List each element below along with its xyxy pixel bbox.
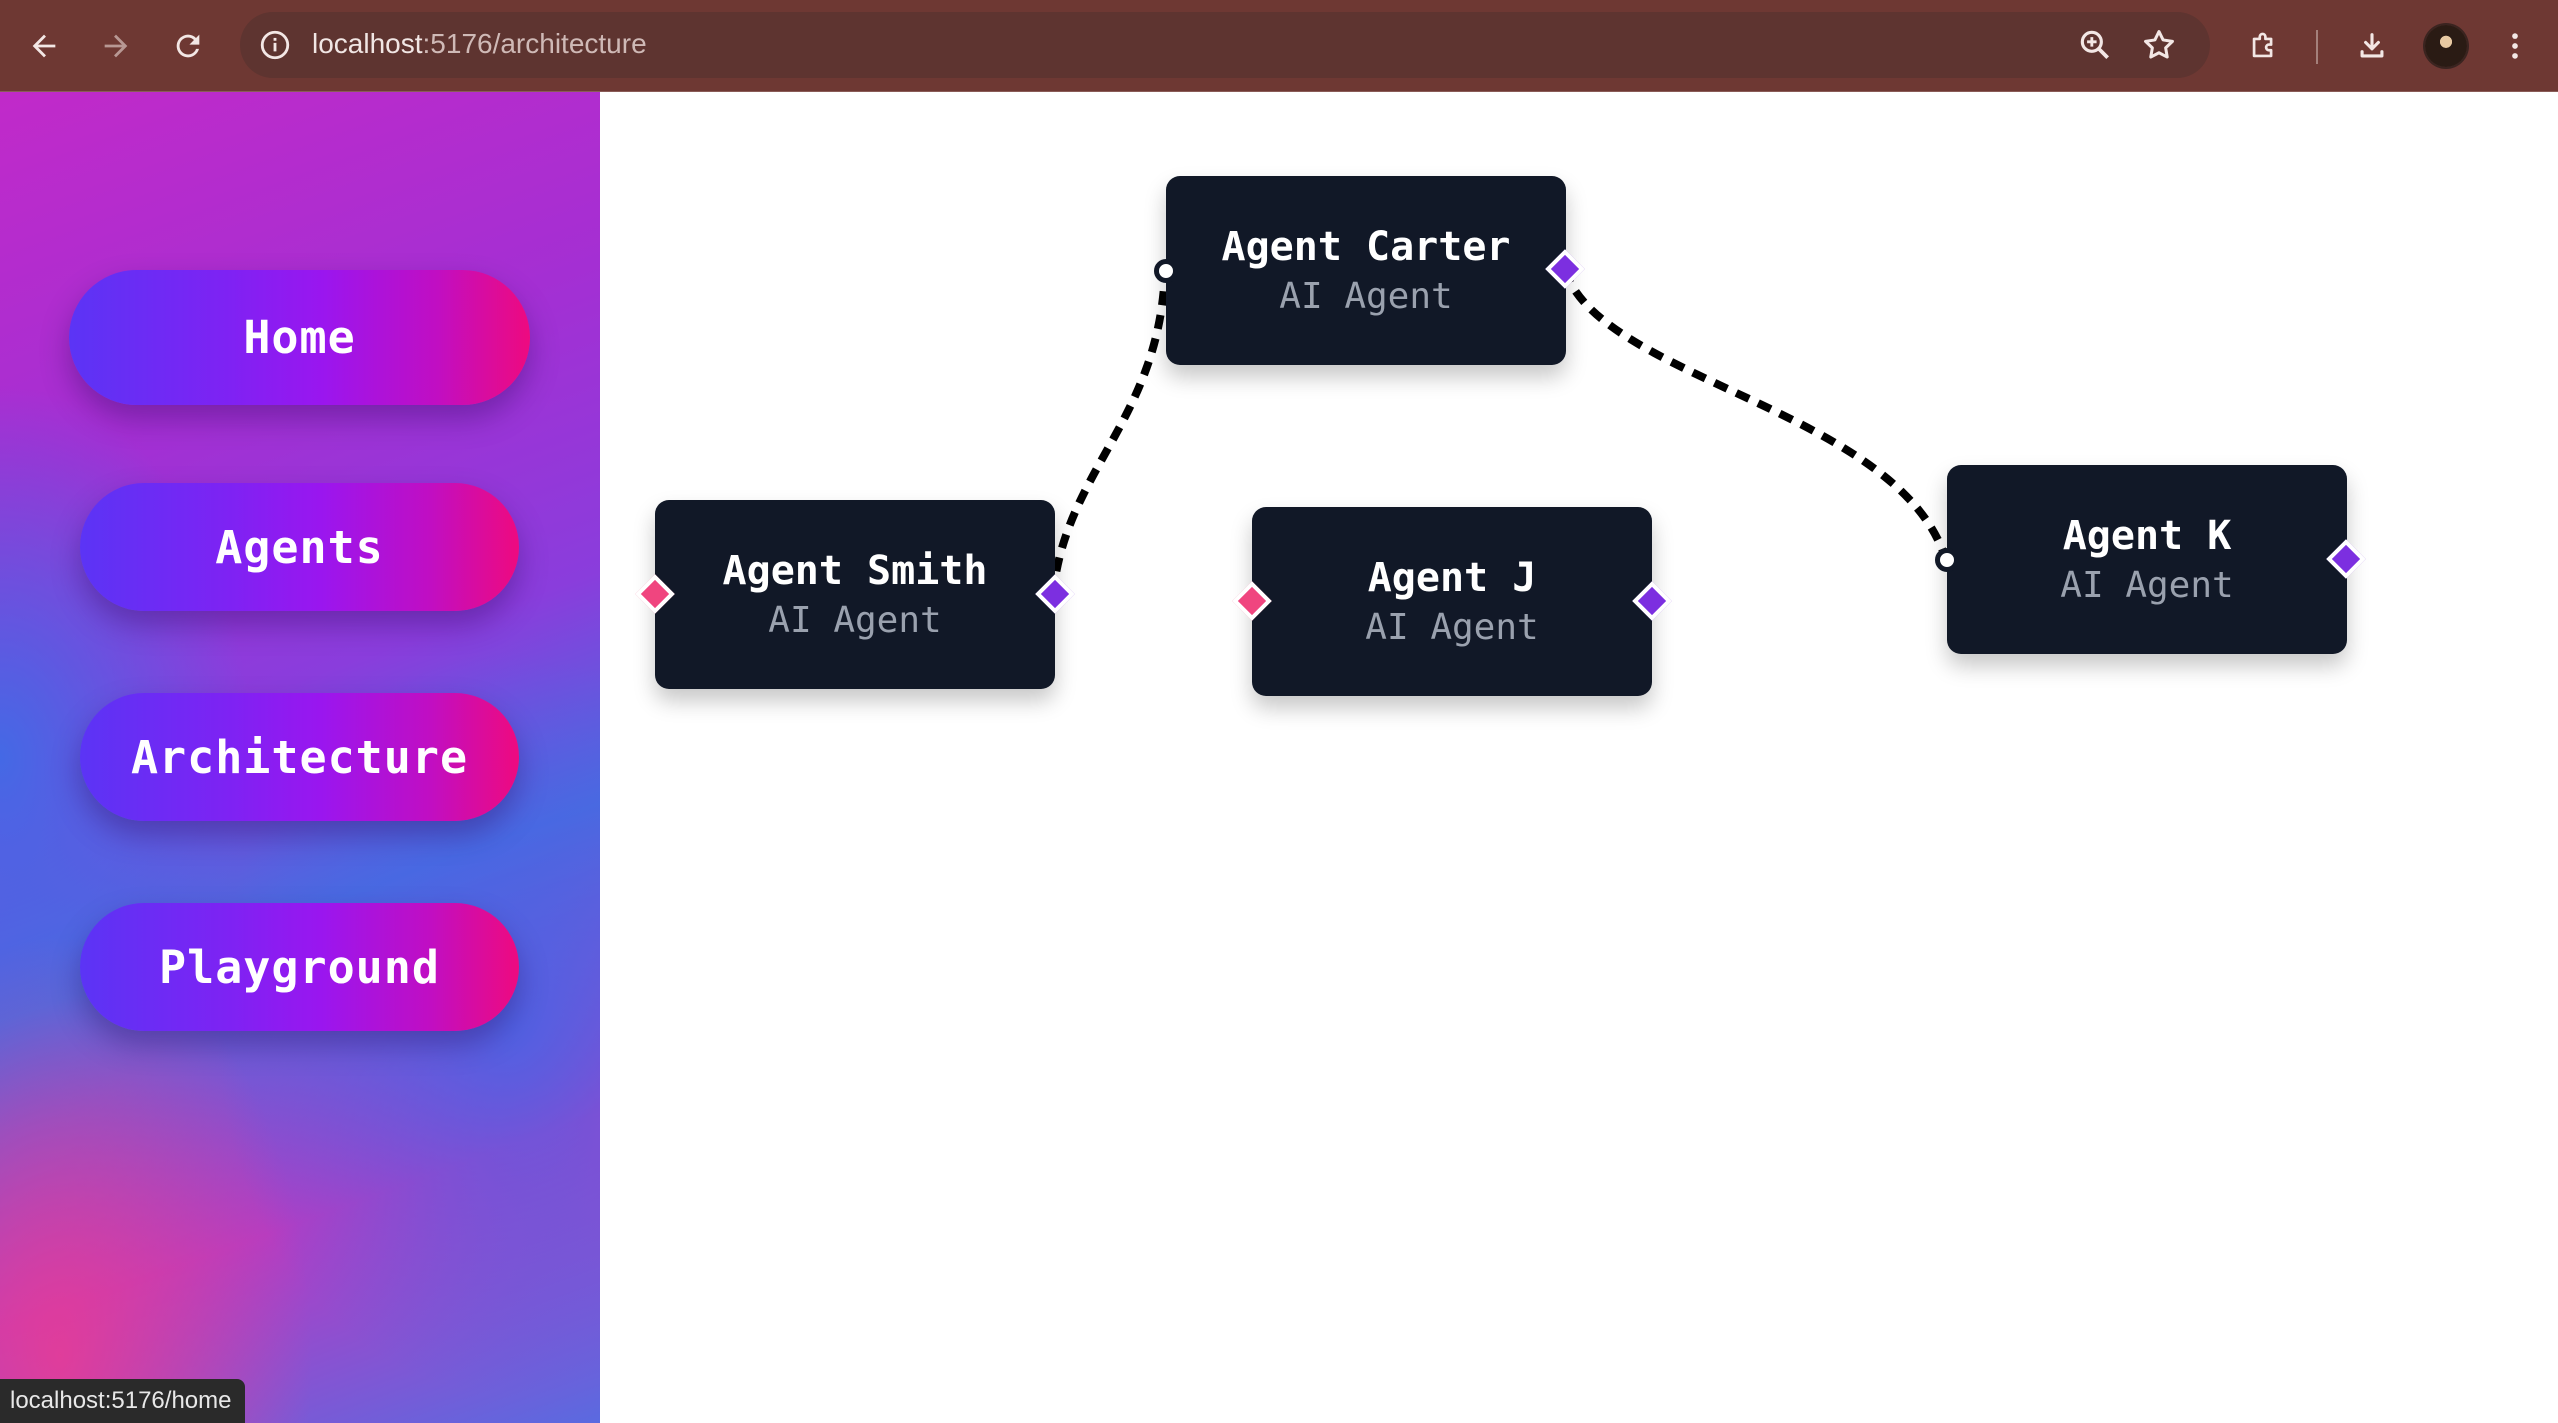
url-host: localhost [312,28,423,59]
browser-menu-button[interactable] [2491,22,2539,70]
node-title: Agent K [2062,512,2232,559]
link-status-bubble: localhost:5176/home [0,1379,246,1423]
node-subtitle: AI Agent [768,599,942,641]
nav-home-label: Home [243,311,356,364]
nav-agents-button[interactable]: Agents [80,483,519,611]
nav-agents-label: Agents [215,520,384,574]
kebab-menu-icon [2512,33,2518,59]
agent-node-smith[interactable]: Agent Smith AI Agent [655,500,1055,689]
site-info-icon[interactable] [258,28,292,62]
nav-architecture-button[interactable]: Architecture [80,693,519,821]
nav-playground-button[interactable]: Playground [80,903,519,1031]
extensions-button[interactable] [2240,22,2288,70]
browser-toolbar: localhost:5176/architecture [0,0,2558,92]
architecture-canvas[interactable] [600,92,2558,1423]
nav-playground-label: Playground [159,940,440,994]
agent-node-k[interactable]: Agent K AI Agent [1947,465,2347,654]
url-path: :5176/architecture [422,28,647,59]
nav-architecture-label: Architecture [130,730,469,784]
agent-node-carter[interactable]: Agent Carter AI Agent [1166,176,1566,365]
puzzle-icon [2252,32,2273,58]
nav-home-button[interactable]: Home [69,270,530,405]
k-input-handle[interactable] [1935,548,1959,572]
downloads-button[interactable] [2348,22,2396,70]
reload-icon [176,34,200,58]
back-button[interactable] [20,22,68,70]
profile-avatar[interactable] [2425,25,2467,67]
download-icon [2360,33,2384,58]
node-title: Agent J [1367,554,1537,601]
arrow-right-icon [104,34,128,58]
url-text[interactable]: localhost:5176/architecture [312,27,647,61]
agent-node-j[interactable]: Agent J AI Agent [1252,507,1652,696]
bookmark-star-icon[interactable] [2140,26,2178,64]
node-title: Agent Smith [722,547,988,594]
node-subtitle: AI Agent [1279,275,1453,317]
forward-button[interactable] [92,22,140,70]
carter-input-handle[interactable] [1154,259,1178,283]
reload-button[interactable] [164,22,212,70]
node-title: Agent Carter [1221,223,1511,270]
address-bar[interactable]: localhost:5176/architecture [240,12,2210,78]
sidebar: Home Agents Architecture Playground [0,92,600,1423]
zoom-icon[interactable] [2076,26,2114,64]
arrow-left-icon [32,34,56,58]
node-subtitle: AI Agent [1365,606,1539,648]
toolbar-divider [2316,30,2318,64]
node-subtitle: AI Agent [2060,564,2234,606]
